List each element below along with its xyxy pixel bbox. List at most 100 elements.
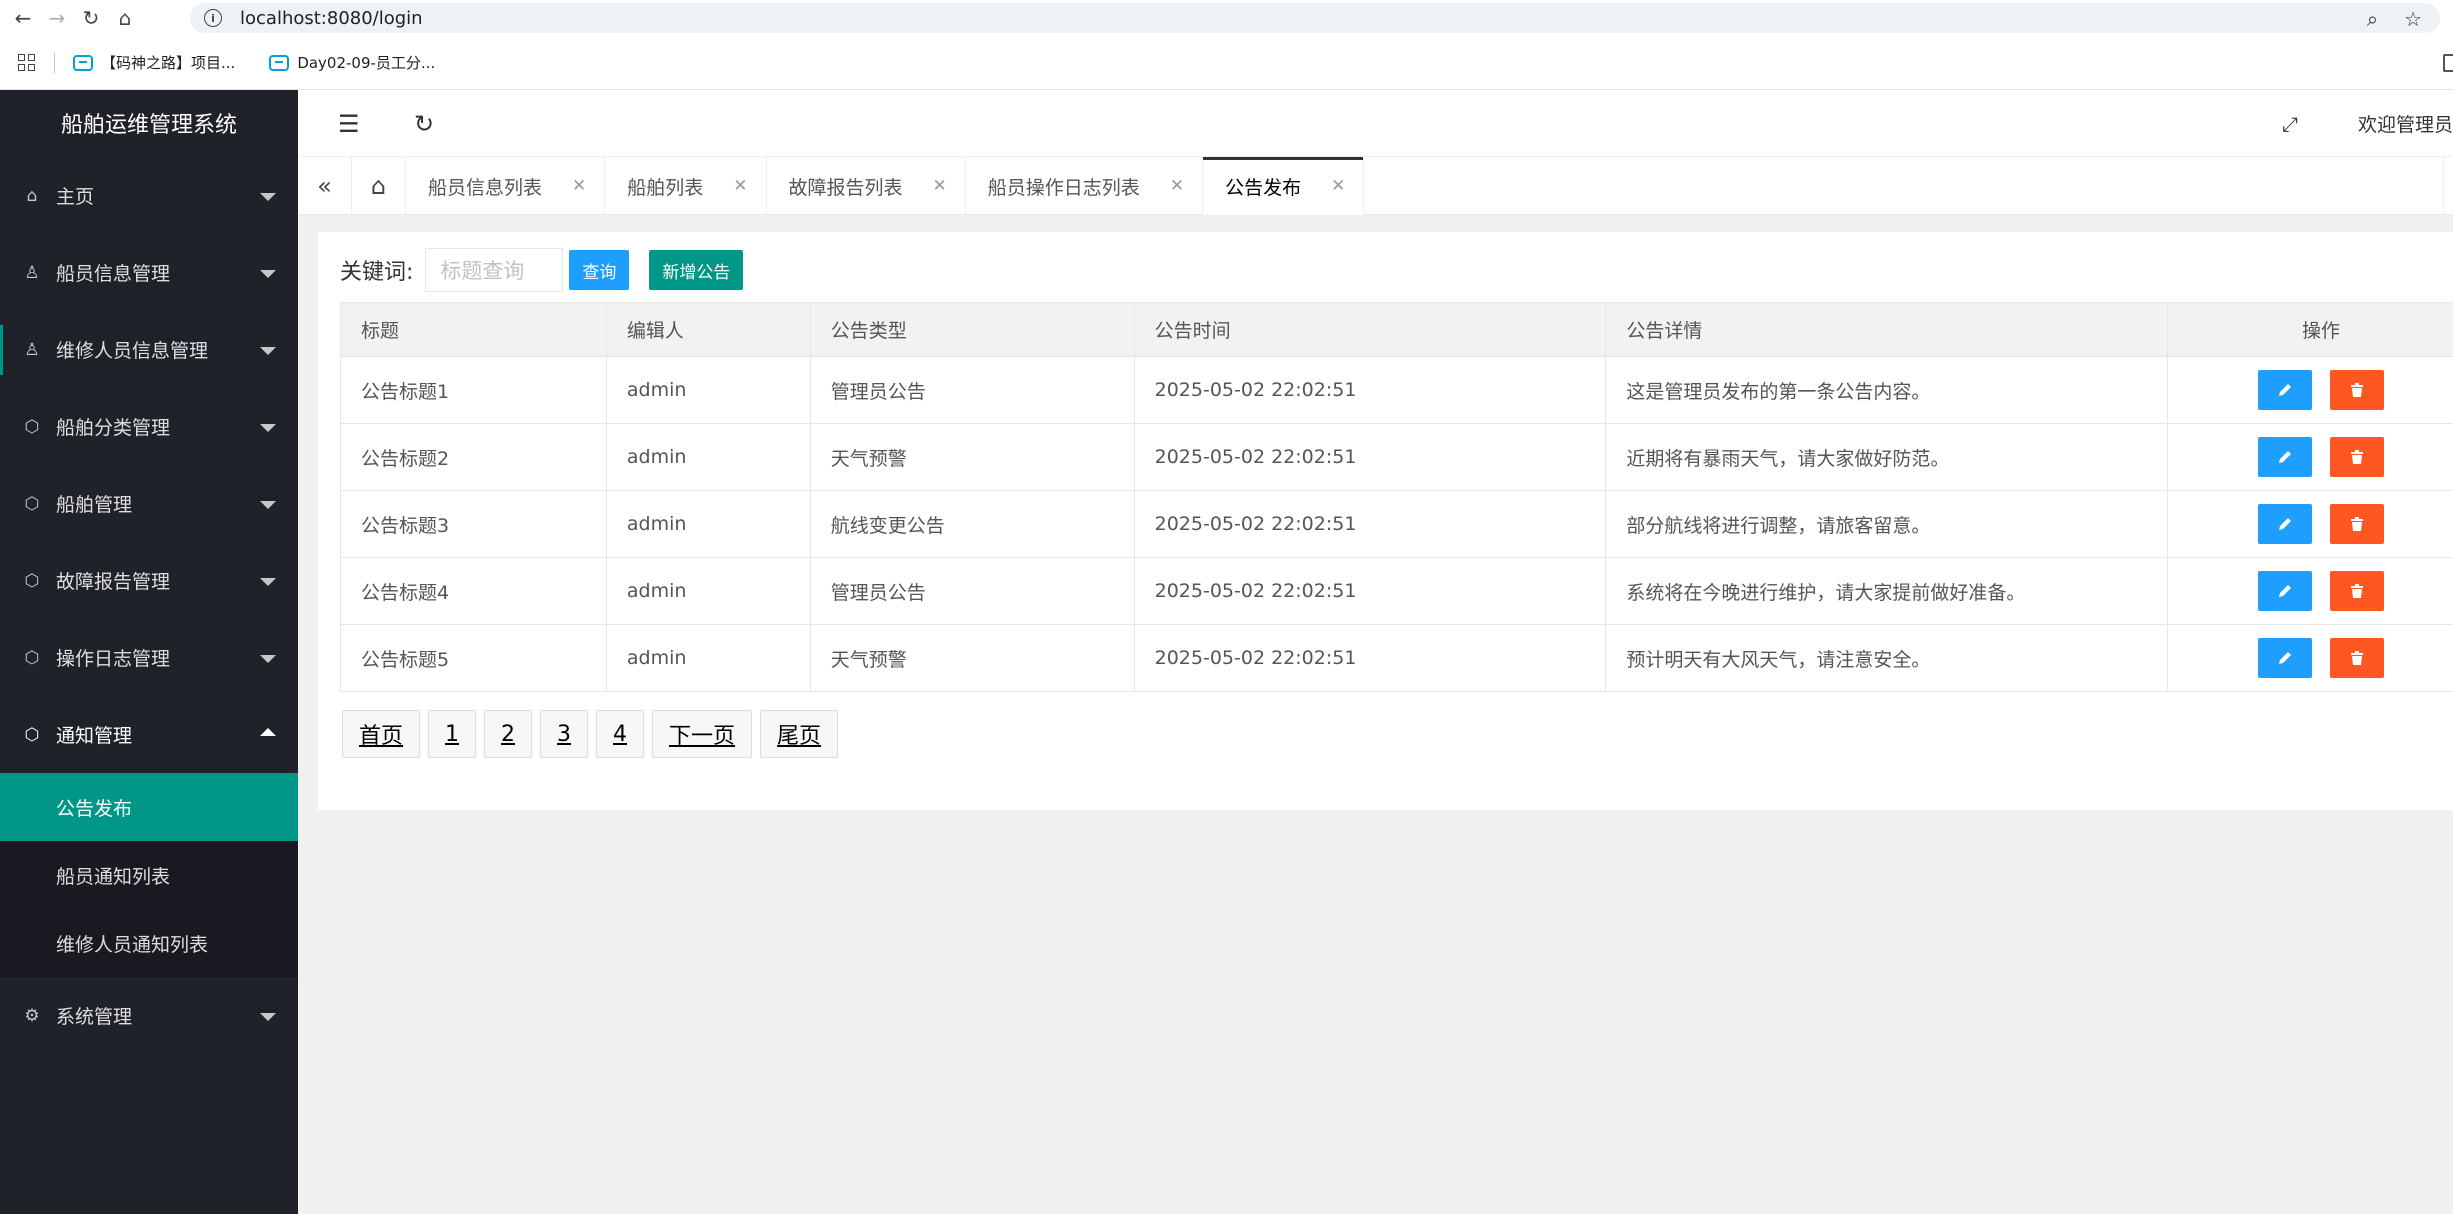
caret-down-icon xyxy=(260,1013,276,1021)
sidebar: 船舶运维管理系统 ⌂ 主页 ♙ 船员信息管理 ♙ 维修人员信息管理 ⬡ 船舶分类… xyxy=(0,90,298,1214)
apps-icon[interactable] xyxy=(18,53,36,72)
submenu-item-crew-notices[interactable]: 船员通知列表 xyxy=(0,841,298,909)
sidebar-item-system[interactable]: ⚙ 系统管理 xyxy=(0,977,298,1054)
page-last-link[interactable]: 尾页 xyxy=(760,710,839,758)
tab-label: 船员操作日志列表 xyxy=(987,176,1140,199)
caret-up-icon xyxy=(260,728,276,736)
bookmarks-bar: 【码神之路】项目... Day02-09-员工分... xyxy=(0,36,2453,90)
trash-icon xyxy=(2351,651,2364,665)
cube-icon: ⬡ xyxy=(24,570,40,591)
tab-fault-report-list[interactable]: 故障报告列表 ✕ xyxy=(767,157,966,215)
submenu-item-announcement[interactable]: 公告发布 xyxy=(0,773,298,841)
delete-button[interactable] xyxy=(2330,638,2385,678)
sidebar-item-label: 主页 xyxy=(56,186,95,208)
page-link[interactable]: 4 xyxy=(596,710,645,758)
tab-crew-list[interactable]: 船员信息列表 ✕ xyxy=(406,157,606,215)
tab-scroll-right[interactable] xyxy=(2443,157,2453,215)
page-link[interactable]: 3 xyxy=(540,710,589,758)
delete-button[interactable] xyxy=(2330,437,2385,477)
bookmark-star-icon[interactable]: ☆ xyxy=(2404,7,2422,31)
tab-ship-list[interactable]: 船舶列表 ✕ xyxy=(605,157,767,215)
search-input[interactable]: 标题查询 xyxy=(425,248,564,292)
sidebar-item-crew[interactable]: ♙ 船员信息管理 xyxy=(0,234,298,311)
address-bar[interactable]: i localhost:8080/login ⌕ ☆ xyxy=(190,3,2440,33)
trash-icon xyxy=(2351,584,2364,598)
edit-button[interactable] xyxy=(2258,437,2313,477)
pencil-icon xyxy=(2279,585,2292,597)
reload-icon[interactable]: ↻ xyxy=(74,1,108,35)
side-panel-icon[interactable] xyxy=(2443,54,2453,72)
cell-time: 2025-05-02 22:02:51 xyxy=(1133,557,1607,625)
back-icon[interactable]: ← xyxy=(6,1,40,35)
tab-announcement[interactable]: 公告发布 ✕ xyxy=(1203,157,1365,215)
edit-button[interactable] xyxy=(2258,638,2313,678)
menu-toggle-icon[interactable]: ☰ xyxy=(338,110,360,138)
cell-editor: admin xyxy=(605,490,811,558)
cell-time: 2025-05-02 22:02:51 xyxy=(1133,356,1607,424)
cell-type: 管理员公告 xyxy=(809,557,1135,625)
caret-down-icon xyxy=(260,193,276,201)
edit-button[interactable] xyxy=(2258,370,2313,410)
sidebar-item-notification[interactable]: ⬡ 通知管理 xyxy=(0,696,298,773)
user-icon: ♙ xyxy=(24,339,40,360)
delete-button[interactable] xyxy=(2330,370,2385,410)
close-icon[interactable]: ✕ xyxy=(1331,176,1345,196)
cell-type: 天气预警 xyxy=(809,624,1135,692)
edit-button[interactable] xyxy=(2258,571,2313,611)
home-icon[interactable]: ⌂ xyxy=(108,1,142,35)
browser-toolbar: ← → ↻ ⌂ i localhost:8080/login ⌕ ☆ xyxy=(0,0,2453,36)
cell-detail: 预计明天有大风天气，请注意安全。 xyxy=(1605,624,2169,692)
announcement-table: 标题 编辑人 公告类型 公告时间 公告详情 操作 公告标题1 admin 管理员… xyxy=(340,302,2453,692)
page-next-link[interactable]: 下一页 xyxy=(652,710,753,758)
sidebar-item-label: 通知管理 xyxy=(56,725,133,747)
sidebar-item-ship-category[interactable]: ⬡ 船舶分类管理 xyxy=(0,388,298,465)
sidebar-item-maintenance-staff[interactable]: ♙ 维修人员信息管理 xyxy=(0,311,298,388)
sidebar-item-ship[interactable]: ⬡ 船舶管理 xyxy=(0,465,298,542)
tab-bar: « ⌂ 船员信息列表 ✕ 船舶列表 ✕ 故障报告列表 ✕ 船员操作日志列表 ✕ … xyxy=(298,157,2453,215)
page-link[interactable]: 1 xyxy=(428,710,477,758)
url-text: localhost:8080/login xyxy=(240,7,423,29)
tab-scroll-left-icon[interactable]: « xyxy=(298,157,352,215)
tab-home-icon[interactable]: ⌂ xyxy=(352,157,406,215)
bookmarks-divider xyxy=(54,51,55,74)
close-icon[interactable]: ✕ xyxy=(933,176,947,196)
notification-submenu: 公告发布 船员通知列表 维修人员通知列表 xyxy=(0,773,298,977)
page-first-link[interactable]: 首页 xyxy=(342,710,421,758)
delete-button[interactable] xyxy=(2330,504,2385,544)
delete-button[interactable] xyxy=(2330,571,2385,611)
submenu-item-staff-notices[interactable]: 维修人员通知列表 xyxy=(0,909,298,977)
cell-title: 公告标题4 xyxy=(340,557,607,625)
welcome-text[interactable]: 欢迎管理员 xyxy=(2358,110,2453,137)
close-icon[interactable]: ✕ xyxy=(733,176,747,196)
zoom-icon[interactable]: ⌕ xyxy=(2367,7,2378,31)
tab-crew-log-list[interactable]: 船员操作日志列表 ✕ xyxy=(966,157,1204,215)
page-link[interactable]: 2 xyxy=(484,710,533,758)
edit-button[interactable] xyxy=(2258,504,2313,544)
trash-icon xyxy=(2351,450,2364,464)
cell-title: 公告标题2 xyxy=(340,423,607,491)
bookmark-item[interactable]: Day02-09-员工分... xyxy=(269,52,435,73)
query-button[interactable]: 查询 xyxy=(569,250,630,290)
close-icon[interactable]: ✕ xyxy=(1170,176,1184,196)
close-icon[interactable]: ✕ xyxy=(572,176,586,196)
sidebar-item-fault-report[interactable]: ⬡ 故障报告管理 xyxy=(0,542,298,619)
cube-icon: ⬡ xyxy=(24,724,40,745)
trash-icon xyxy=(2351,383,2364,397)
sidebar-item-operation-log[interactable]: ⬡ 操作日志管理 xyxy=(0,619,298,696)
refresh-icon[interactable]: ↻ xyxy=(414,110,434,138)
keyword-label: 关键词: xyxy=(340,260,414,285)
cell-detail: 系统将在今晚进行维护，请大家提前做好准备。 xyxy=(1605,557,2169,625)
site-info-icon[interactable]: i xyxy=(204,9,222,27)
add-announcement-button[interactable]: 新增公告 xyxy=(649,250,744,290)
fullscreen-icon[interactable]: ⤢ xyxy=(2282,112,2298,136)
sidebar-item-home[interactable]: ⌂ 主页 xyxy=(0,157,298,234)
sidebar-item-label: 船员信息管理 xyxy=(56,263,171,285)
pencil-icon xyxy=(2279,451,2292,463)
cell-actions xyxy=(2167,423,2453,491)
sidebar-item-label: 维修人员信息管理 xyxy=(56,340,209,362)
bookmark-item[interactable]: 【码神之路】项目... xyxy=(73,52,235,73)
forward-icon[interactable]: → xyxy=(40,1,74,35)
cell-actions xyxy=(2167,624,2453,692)
app-title: 船舶运维管理系统 xyxy=(0,90,298,157)
bookmark-label: Day02-09-员工分... xyxy=(297,54,436,72)
